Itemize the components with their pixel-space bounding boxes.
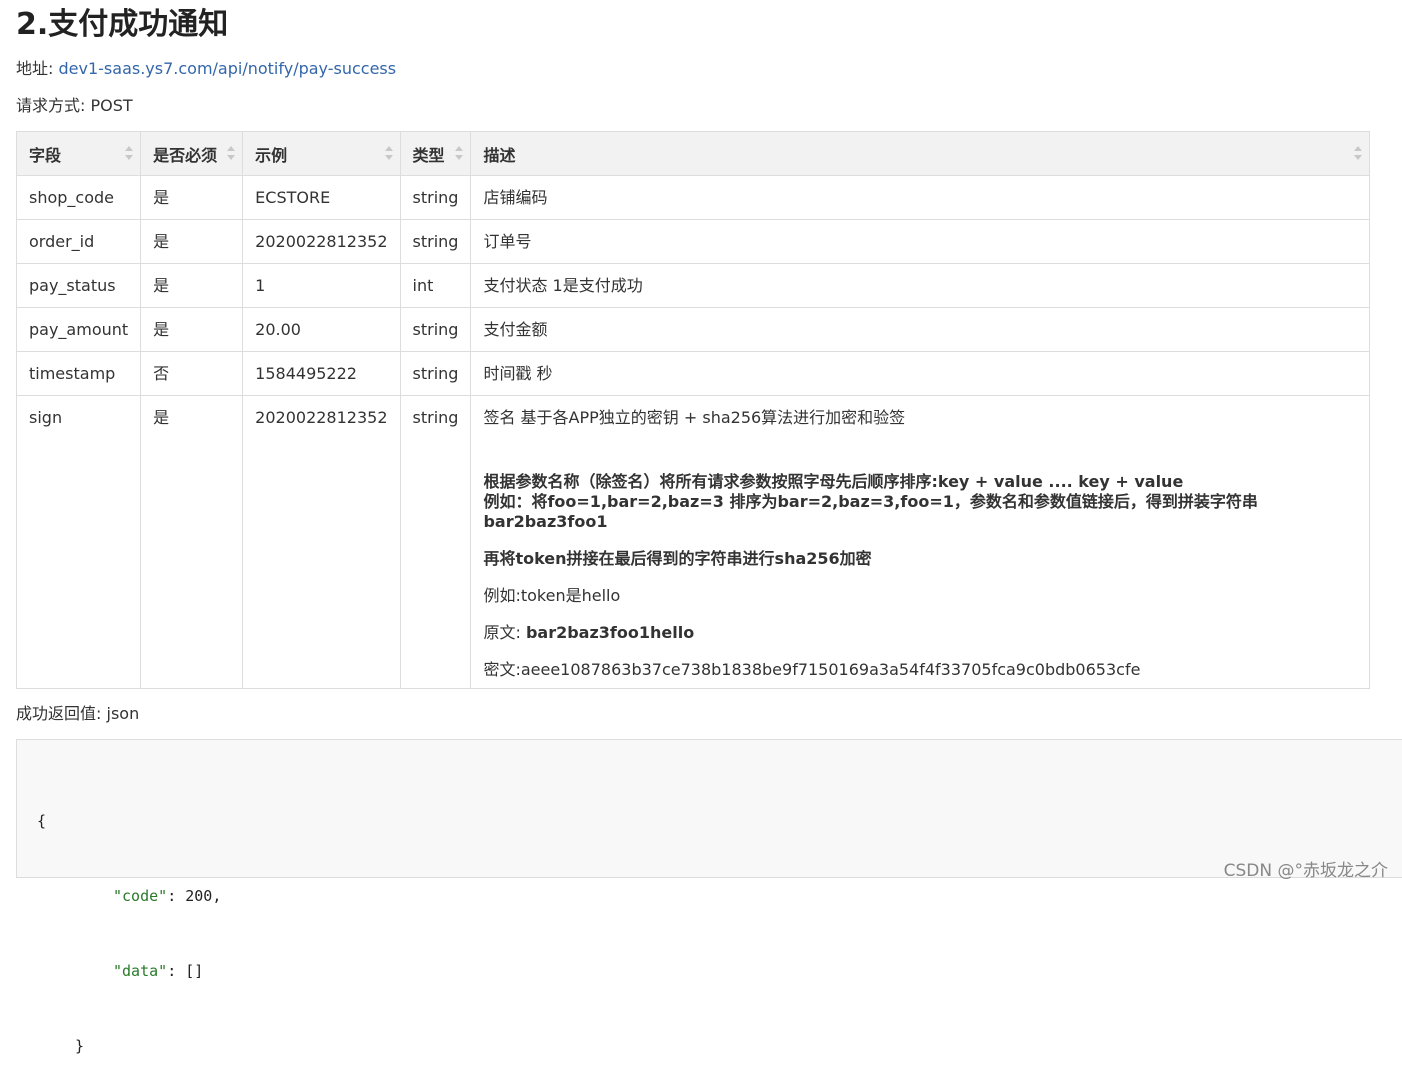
method-label: 请求方式: xyxy=(16,96,86,115)
params-table: 字段 是否必须 示例 类型 描述 shop_code 是 ECSTORE str… xyxy=(15,131,1370,689)
table-row: pay_amount 是 20.00 string 支付金额 xyxy=(15,307,1370,352)
method-value: POST xyxy=(90,96,133,115)
cell-type: string xyxy=(399,351,472,396)
cell-type: string xyxy=(399,175,472,220)
cell-field: pay_amount xyxy=(15,307,142,352)
cell-field: sign xyxy=(15,395,142,689)
method-line: 请求方式: POST xyxy=(16,96,133,116)
cell-example: ECSTORE xyxy=(242,175,401,220)
cell-example: 20.00 xyxy=(242,307,401,352)
json-rest: : 200, xyxy=(167,887,222,905)
cell-type: string xyxy=(399,395,472,689)
return-label: 成功返回值: xyxy=(16,704,102,723)
table-row: pay_status 是 1 int 支付状态 1是支付成功 xyxy=(15,263,1370,308)
watermark: CSDN @°赤坂龙之介 xyxy=(1223,861,1388,881)
header-required[interactable]: 是否必须 xyxy=(140,131,244,176)
cell-desc: 店铺编码 xyxy=(470,175,1370,220)
cell-required: 是 xyxy=(140,395,244,689)
table-row: order_id 是 2020022812352 string 订单号 xyxy=(15,219,1370,264)
json-rest: : [] xyxy=(167,962,204,980)
cell-desc: 支付状态 1是支付成功 xyxy=(470,263,1370,308)
cell-desc: 时间戳 秒 xyxy=(470,351,1370,396)
sign-description: 签名 基于各APP独立的密钥 + sha256算法进行加密和验签 根据参数名称（… xyxy=(483,396,1357,680)
sign-desc-line: 例如：将foo=1,bar=2,baz=3 排序为bar=2,baz=3,foo… xyxy=(483,492,1258,531)
cell-required: 是 xyxy=(140,263,244,308)
address-label: 地址: xyxy=(16,59,54,78)
plaintext-value: bar2baz3foo1hello xyxy=(525,623,695,642)
cell-required: 是 xyxy=(140,175,244,220)
code-line: "code": 200, xyxy=(113,884,1402,909)
table-header-row: 字段 是否必须 示例 类型 描述 xyxy=(15,131,1370,176)
header-type[interactable]: 类型 xyxy=(399,131,472,176)
cell-example: 2020022812352 xyxy=(242,219,401,264)
cell-field: pay_status xyxy=(15,263,142,308)
cell-required: 是 xyxy=(140,219,244,264)
sign-desc-line: 密文:aeee1087863b37ce738b1838be9f7150169a3… xyxy=(483,660,1141,679)
cell-field: timestamp xyxy=(15,351,142,396)
sign-desc-line: 再将token拼接在最后得到的字符串进行sha256加密 xyxy=(483,549,872,568)
code-line: { xyxy=(37,812,47,830)
sort-icon[interactable] xyxy=(125,146,134,160)
sign-desc-line: 例如:token是hello xyxy=(483,586,621,605)
page-title: 2.支付成功通知 xyxy=(16,7,229,42)
header-example[interactable]: 示例 xyxy=(242,131,401,176)
cell-desc: 支付金额 xyxy=(470,307,1370,352)
cell-type: string xyxy=(399,219,472,264)
header-field[interactable]: 字段 xyxy=(15,131,142,176)
table-row: shop_code 是 ECSTORE string 店铺编码 xyxy=(15,175,1370,220)
address-line: 地址: dev1-saas.ys7.com/api/notify/pay-suc… xyxy=(16,59,396,79)
cell-type: int xyxy=(399,263,472,308)
plaintext-label: 原文: xyxy=(483,623,521,642)
cell-field: order_id xyxy=(15,219,142,264)
sort-icon[interactable] xyxy=(455,146,464,160)
code-line: "data": [] xyxy=(113,959,1402,984)
cell-example: 1584495222 xyxy=(242,351,401,396)
sort-icon[interactable] xyxy=(1354,146,1362,160)
sort-icon[interactable] xyxy=(384,146,393,160)
cell-type: string xyxy=(399,307,472,352)
sign-desc-line: 根据参数名称（除签名）将所有请求参数按照字母先后顺序排序:key + value… xyxy=(483,472,1184,491)
cell-field: shop_code xyxy=(15,175,142,220)
json-key: "code" xyxy=(113,887,168,905)
sign-desc-line: 签名 基于各APP独立的密钥 + sha256算法进行加密和验签 xyxy=(483,408,906,427)
code-block: { "code": 200, "data": [] } xyxy=(16,739,1402,1055)
return-line: 成功返回值: json xyxy=(16,704,139,724)
table-row: timestamp 否 1584495222 string 时间戳 秒 xyxy=(15,351,1370,396)
cell-required: 是 xyxy=(140,307,244,352)
cell-example: 2020022812352 xyxy=(242,395,401,689)
sort-icon[interactable] xyxy=(227,146,236,160)
cell-desc: 订单号 xyxy=(470,219,1370,264)
sign-desc-line: 原文: bar2baz3foo1hello xyxy=(483,623,1357,643)
address-link[interactable]: dev1-saas.ys7.com/api/notify/pay-success xyxy=(59,59,397,78)
header-desc[interactable]: 描述 xyxy=(470,131,1370,176)
cell-required: 否 xyxy=(140,351,244,396)
code-line: } xyxy=(75,1037,85,1055)
json-key: "data" xyxy=(113,962,168,980)
table-row: sign 是 2020022812352 string 签名 基于各APP独立的… xyxy=(15,395,1370,689)
return-value: json xyxy=(106,704,140,723)
cell-example: 1 xyxy=(242,263,401,308)
cell-desc: 签名 基于各APP独立的密钥 + sha256算法进行加密和验签 根据参数名称（… xyxy=(470,395,1370,689)
